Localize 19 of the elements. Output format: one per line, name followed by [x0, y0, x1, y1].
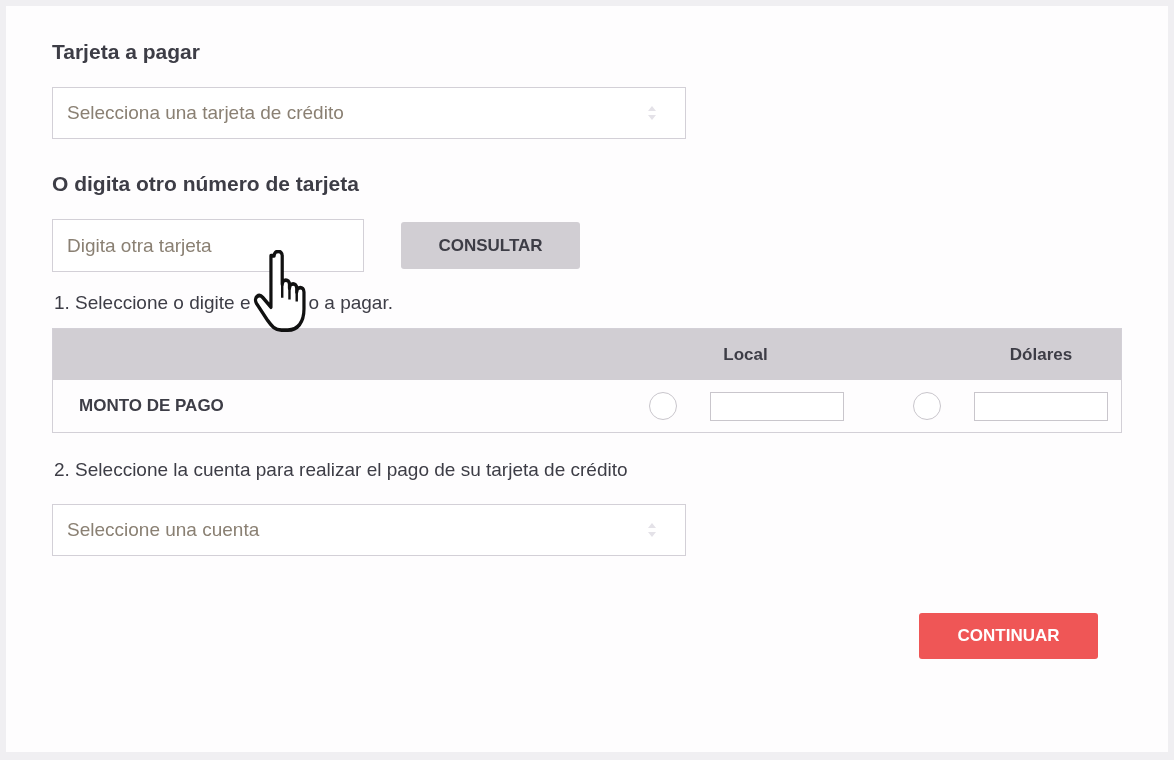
column-header: Local	[723, 344, 768, 365]
section-title: O digita otro número de tarjeta	[52, 172, 360, 196]
amount-field[interactable]	[974, 391, 1108, 421]
card-select[interactable]: Selecciona una tarjeta de crédito	[52, 87, 686, 139]
instruction-text: 2. Seleccione la cuenta para realizar el pago de su tarjeta de crédito	[53, 459, 629, 481]
amount-field[interactable]	[710, 391, 844, 421]
account-select[interactable]: Seleccione una cuenta	[52, 504, 686, 556]
instruction-text: 1. Seleccione o digite e	[54, 292, 251, 314]
card-number-field[interactable]: Digita otra tarjeta	[52, 219, 364, 272]
continue-button[interactable]: CONTINUAR	[919, 613, 1098, 659]
column-header: Dólares	[1009, 344, 1073, 365]
sort-icon	[647, 522, 657, 538]
radio-button[interactable]	[649, 392, 677, 420]
instruction-text: o a pagar.	[308, 292, 393, 314]
consult-button[interactable]: CONSULTAR	[401, 222, 580, 269]
section-title: Tarjeta a pagar	[52, 40, 201, 64]
sort-icon	[647, 105, 657, 121]
radio-button[interactable]	[913, 392, 941, 420]
row-label: MONTO DE PAGO	[78, 396, 225, 416]
